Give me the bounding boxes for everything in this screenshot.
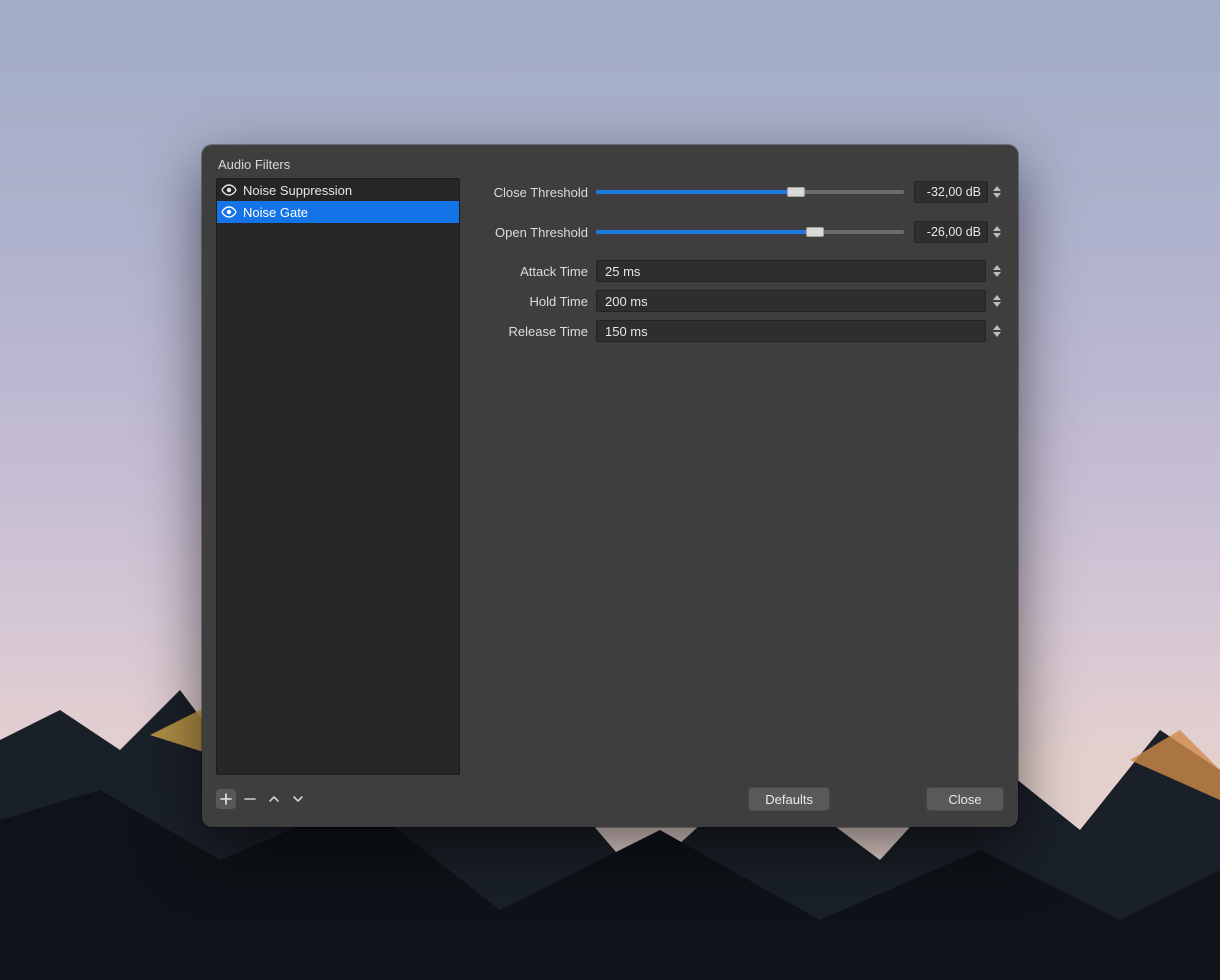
close-button[interactable]: Close <box>926 787 1004 811</box>
add-filter-button[interactable] <box>216 789 236 809</box>
param-label: Release Time <box>490 324 588 339</box>
param-label: Close Threshold <box>490 185 588 200</box>
param-label: Hold Time <box>490 294 588 309</box>
defaults-button[interactable]: Defaults <box>748 787 830 811</box>
param-label: Open Threshold <box>490 225 588 240</box>
chevron-down-icon[interactable] <box>993 193 1001 198</box>
param-open-threshold: Open Threshold -26,00 dB <box>490 220 1004 244</box>
chevron-down-icon[interactable] <box>993 272 1001 277</box>
open-threshold-stepper[interactable] <box>990 221 1004 243</box>
filter-item-noise-gate[interactable]: Noise Gate <box>217 201 459 223</box>
release-time-input[interactable]: 150 ms <box>596 320 986 342</box>
plus-icon <box>220 793 232 805</box>
close-threshold-stepper[interactable] <box>990 181 1004 203</box>
attack-time-stepper[interactable] <box>990 260 1004 282</box>
hold-time-stepper[interactable] <box>990 290 1004 312</box>
filter-item-label: Noise Suppression <box>243 183 352 198</box>
minus-icon <box>244 793 256 805</box>
chevron-down-icon[interactable] <box>993 233 1001 238</box>
chevron-up-icon[interactable] <box>993 265 1001 270</box>
eye-icon <box>221 206 237 218</box>
close-threshold-value[interactable]: -32,00 dB <box>914 181 988 203</box>
param-close-threshold: Close Threshold -32,00 dB <box>490 180 1004 204</box>
chevron-up-icon[interactable] <box>993 325 1001 330</box>
param-attack-time: Attack Time 25 ms <box>490 260 1004 282</box>
param-label: Attack Time <box>490 264 588 279</box>
eye-icon <box>221 184 237 196</box>
chevron-up-icon[interactable] <box>993 226 1001 231</box>
remove-filter-button[interactable] <box>240 789 260 809</box>
audio-filters-dialog: Audio Filters Noise Suppression Noise Ga… <box>202 145 1018 827</box>
dialog-title: Audio Filters <box>216 157 1004 172</box>
chevron-down-icon <box>292 793 304 805</box>
filter-item-label: Noise Gate <box>243 205 308 220</box>
move-filter-up-button[interactable] <box>264 789 284 809</box>
filter-item-noise-suppression[interactable]: Noise Suppression <box>217 179 459 201</box>
hold-time-input[interactable]: 200 ms <box>596 290 986 312</box>
filter-settings-panel: Close Threshold -32,00 dB Open Threshold <box>490 178 1004 775</box>
chevron-up-icon[interactable] <box>993 295 1001 300</box>
param-release-time: Release Time 150 ms <box>490 320 1004 342</box>
filters-sidebar: Noise Suppression Noise Gate <box>216 178 460 775</box>
move-filter-down-button[interactable] <box>288 789 308 809</box>
attack-time-input[interactable]: 25 ms <box>596 260 986 282</box>
open-threshold-value[interactable]: -26,00 dB <box>914 221 988 243</box>
dialog-footer: Defaults Close <box>216 785 1004 813</box>
chevron-down-icon[interactable] <box>993 332 1001 337</box>
release-time-stepper[interactable] <box>990 320 1004 342</box>
param-hold-time: Hold Time 200 ms <box>490 290 1004 312</box>
chevron-up-icon <box>268 793 280 805</box>
close-threshold-slider[interactable] <box>596 190 904 194</box>
chevron-up-icon[interactable] <box>993 186 1001 191</box>
open-threshold-slider[interactable] <box>596 230 904 234</box>
chevron-down-icon[interactable] <box>993 302 1001 307</box>
